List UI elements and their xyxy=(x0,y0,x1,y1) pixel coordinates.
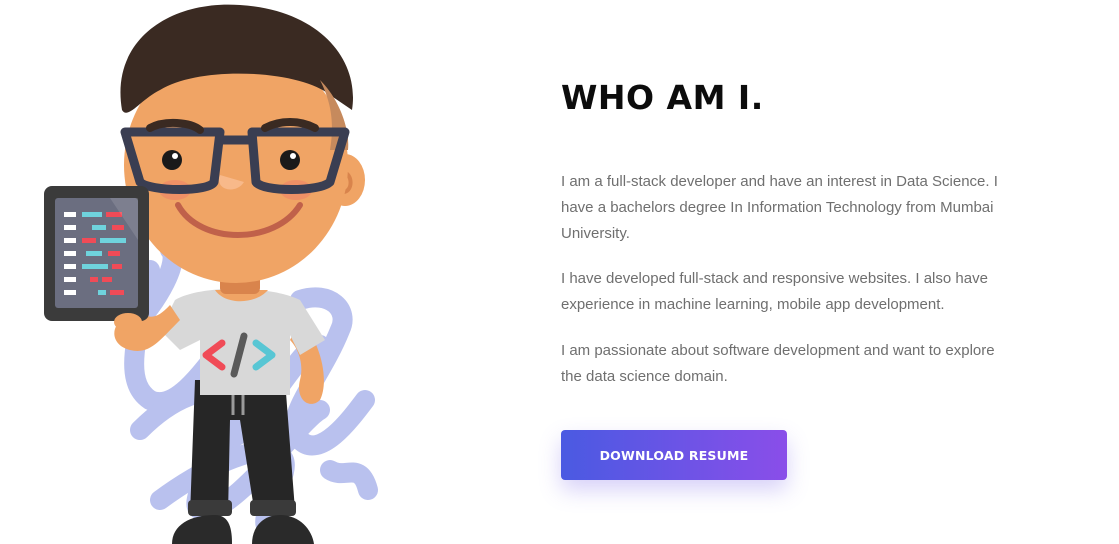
about-paragraph: I have developed full-stack and responsi… xyxy=(561,270,988,313)
developer-illustration xyxy=(44,4,378,544)
download-resume-button[interactable]: DOWNLOAD RESUME xyxy=(561,430,787,480)
about-paragraph: I am a full-stack developer and have an … xyxy=(561,173,998,242)
head xyxy=(120,4,365,283)
section-title: WHO AM I. xyxy=(561,78,764,117)
tablet-icon xyxy=(44,186,149,321)
about-section: WHO AM I. I am a full-stack developer an… xyxy=(0,0,1119,544)
about-paragraph: I am passionate about software developme… xyxy=(561,342,995,385)
hand xyxy=(114,313,142,331)
shoes xyxy=(172,515,314,544)
